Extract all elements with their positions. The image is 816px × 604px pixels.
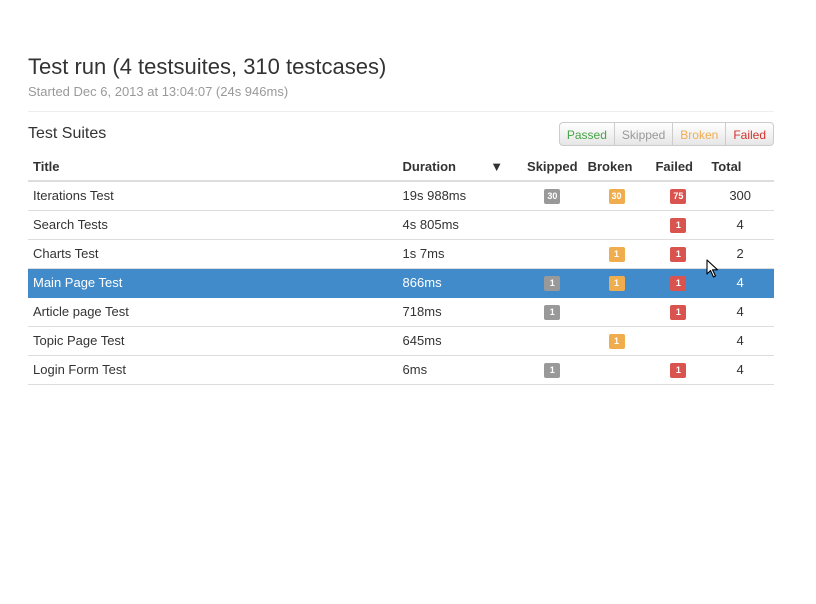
failed-badge: 1 [670,275,687,291]
skipped-cell: 1 [522,355,583,385]
mouse-pointer-icon [706,259,719,278]
suite-duration: 19s 988ms [397,181,523,211]
suite-total: 4 [706,355,774,385]
broken-cell [582,355,651,385]
suite-total: 4 [706,326,774,356]
table-row[interactable]: Charts Test 1s 7ms 1 1 2 [28,239,774,269]
suite-duration: 645ms [397,326,523,356]
suite-title: Topic Page Test [28,326,398,356]
filter-passed-button[interactable]: Passed [558,122,615,146]
sort-desc-icon[interactable]: ▼ [485,152,523,182]
suite-title: Search Tests [28,210,398,240]
skipped-badge: 1 [544,362,561,378]
failed-cell: 75 [650,181,707,211]
suite-title: Iterations Test [28,181,398,211]
failed-cell [650,326,707,356]
failed-badge: 1 [670,246,687,262]
failed-cell: 1 [650,239,707,269]
skipped-badge: 1 [544,275,561,291]
suite-duration: 6ms [397,355,523,385]
failed-badge: 1 [670,304,687,320]
suite-total: 4 [706,210,774,240]
suite-title: Charts Test [28,239,398,269]
column-header-broken[interactable]: Broken [582,152,651,182]
failed-cell: 1 [650,355,707,385]
skipped-cell [522,239,583,269]
table-row[interactable]: Topic Page Test 645ms 1 4 [28,326,774,356]
broken-cell: 30 [582,181,651,211]
filter-broken-button[interactable]: Broken [673,122,727,146]
run-started-info: Started Dec 6, 2013 at 13:04:07 (24s 946… [28,84,289,99]
broken-badge: 1 [608,275,625,291]
suite-total: 4 [706,297,774,327]
broken-badge: 1 [608,333,625,349]
table-header-row: Title Duration ▼ Skipped Broken Failed T… [28,152,774,182]
column-header-duration[interactable]: Duration [397,152,486,182]
broken-cell: 1 [582,268,651,298]
suite-title: Login Form Test [28,355,398,385]
skipped-badge: 1 [544,304,561,320]
skipped-cell: 1 [522,268,583,298]
table-body: Iterations Test 19s 988ms 30 30 75 300 Search … [28,181,774,385]
broken-cell: 1 [582,326,651,356]
broken-cell [582,210,651,240]
header-divider [28,111,774,112]
failed-cell: 1 [650,268,707,298]
suite-duration: 4s 805ms [397,210,523,240]
suite-title: Article page Test [28,297,398,327]
broken-badge: 30 [608,188,625,204]
suite-duration: 718ms [397,297,523,327]
column-header-failed[interactable]: Failed [650,152,707,182]
skipped-badge: 30 [544,188,561,204]
table-row[interactable]: Iterations Test 19s 988ms 30 30 75 300 [28,181,774,211]
broken-badge: 1 [608,246,625,262]
filter-failed-button[interactable]: Failed [726,122,774,146]
suite-duration: 866ms [397,268,523,298]
skipped-cell: 30 [522,181,583,211]
failed-cell: 1 [650,210,707,240]
test-suites-table: Title Duration ▼ Skipped Broken Failed T… [28,152,774,385]
table-row[interactable]: Login Form Test 6ms 1 1 4 [28,355,774,385]
failed-badge: 75 [670,188,687,204]
skipped-cell: 1 [522,297,583,327]
skipped-cell [522,210,583,240]
filter-skipped-button[interactable]: Skipped [614,122,674,146]
skipped-cell [522,326,583,356]
status-filter-group: Passed Skipped Broken Failed [558,122,774,146]
page-title: Test run (4 testsuites, 310 testcases) [28,54,387,79]
column-header-title[interactable]: Title [28,152,398,182]
table-row[interactable]: Search Tests 4s 805ms 1 4 [28,210,774,240]
broken-cell: 1 [582,239,651,269]
column-header-total[interactable]: Total [706,152,774,182]
table-row[interactable]: Article page Test 718ms 1 1 4 [28,297,774,327]
failed-badge: 1 [670,217,687,233]
failed-cell: 1 [650,297,707,327]
failed-badge: 1 [670,362,687,378]
section-title: Test Suites [28,125,107,142]
broken-cell [582,297,651,327]
suite-duration: 1s 7ms [397,239,523,269]
suite-title: Main Page Test [28,268,398,298]
suite-total: 300 [706,181,774,211]
table-row[interactable]: Main Page Test 866ms 1 1 1 4 [28,268,774,298]
column-header-skipped[interactable]: Skipped [522,152,583,182]
